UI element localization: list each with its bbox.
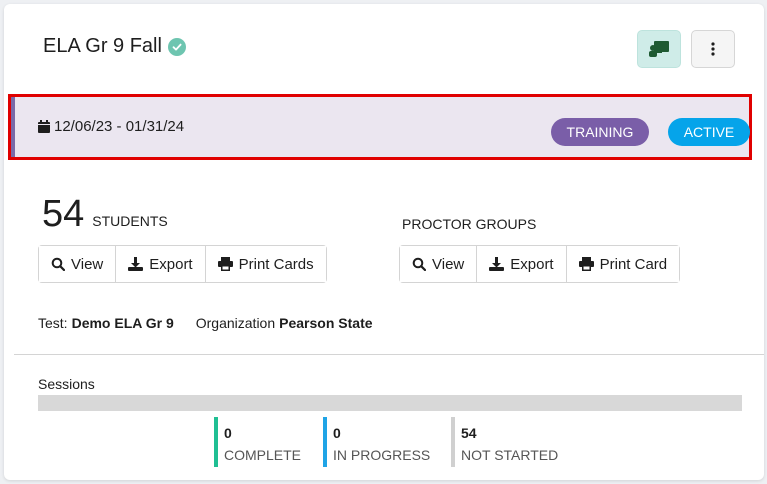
- date-range-text: 12/06/23 - 01/31/24: [54, 118, 185, 135]
- in-progress-count: 0: [333, 425, 341, 441]
- not-started-label: NOT STARTED: [461, 447, 559, 463]
- students-actions: View Export Print Cards: [38, 245, 327, 283]
- proctor-print-button[interactable]: Print Card: [566, 246, 680, 282]
- section-divider: [14, 354, 764, 355]
- test-value: Demo ELA Gr 9: [71, 315, 174, 331]
- proctor-groups-label: PROCTOR GROUPS: [402, 216, 537, 232]
- present-button[interactable]: [637, 30, 681, 68]
- session-header: ELA Gr 9 Fall: [4, 4, 764, 90]
- training-badge: TRAINING: [551, 118, 649, 146]
- proctor-groups-actions: View Export Print Card: [399, 245, 681, 283]
- proctor-view-button[interactable]: View: [400, 246, 478, 282]
- download-icon: [489, 257, 505, 271]
- students-print-label: Print Cards: [238, 255, 314, 273]
- not-started-count: 54: [461, 425, 477, 441]
- stat-not-started: 54 NOT STARTED: [451, 417, 558, 467]
- students-view-label: View: [71, 255, 104, 273]
- date-range: 12/06/23 - 01/31/24: [38, 118, 184, 135]
- more-options-button[interactable]: [691, 30, 735, 68]
- verified-check-icon: [167, 37, 186, 56]
- students-export-label: Export: [149, 255, 193, 273]
- complete-count: 0: [224, 425, 232, 441]
- proctor-export-button[interactable]: Export: [477, 246, 567, 282]
- session-title: ELA Gr 9 Fall: [43, 35, 186, 58]
- search-icon: [51, 257, 65, 271]
- calendar-icon: [38, 120, 50, 133]
- students-label: STUDENTS: [92, 213, 168, 229]
- stat-complete: 0 COMPLETE: [214, 417, 301, 467]
- teacher-board-icon: [649, 41, 669, 57]
- sessions-title: Sessions: [38, 376, 95, 392]
- active-badge: ACTIVE: [668, 118, 750, 146]
- search-icon: [412, 257, 426, 271]
- print-icon: [578, 257, 594, 271]
- not-started-indicator: [451, 417, 455, 467]
- session-card: ELA Gr 9 Fall 12/06/23 - 01/31/24 TRAINI…: [4, 4, 764, 480]
- proctor-export-label: Export: [510, 255, 554, 273]
- students-export-button[interactable]: Export: [116, 246, 206, 282]
- students-count: 54: [42, 193, 85, 235]
- students-print-button[interactable]: Print Cards: [205, 246, 326, 282]
- stat-in-progress: 0 IN PROGRESS: [323, 417, 430, 467]
- session-title-text: ELA Gr 9 Fall: [43, 35, 162, 57]
- download-icon: [128, 257, 144, 271]
- vertical-dots-icon: [711, 42, 715, 56]
- proctor-print-label: Print Card: [599, 255, 668, 273]
- print-icon: [217, 257, 233, 271]
- in-progress-label: IN PROGRESS: [333, 447, 431, 463]
- session-date-banner: 12/06/23 - 01/31/24 TRAINING ACTIVE: [8, 94, 752, 160]
- complete-indicator: [214, 417, 218, 467]
- complete-label: COMPLETE: [224, 447, 302, 463]
- organization-value: Pearson State: [279, 315, 373, 331]
- proctor-view-label: View: [432, 255, 465, 273]
- sessions-progress-bar: [38, 395, 742, 411]
- students-count-block: 54 STUDENTS: [42, 195, 168, 233]
- students-view-button[interactable]: View: [39, 246, 117, 282]
- organization-label: Organization: [195, 315, 276, 331]
- test-organization-info: Test: Demo ELA Gr 9 Organization Pearson…: [38, 315, 373, 331]
- test-label: Test:: [38, 315, 68, 331]
- in-progress-indicator: [323, 417, 327, 467]
